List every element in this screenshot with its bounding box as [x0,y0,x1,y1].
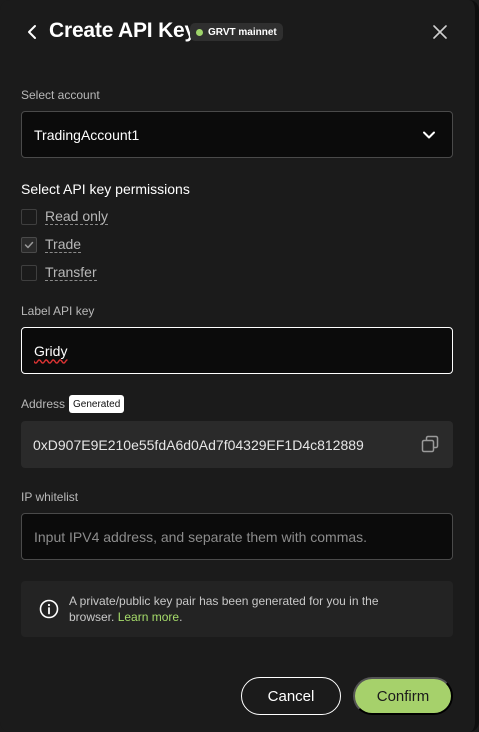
address-value: 0xD907E9E210e55fdA6d0Ad7f04329EF1D4c8128… [33,436,364,453]
network-badge-label: GRVT mainnet [208,26,277,38]
generated-badge: Generated [69,395,125,413]
ip-whitelist-field[interactable] [21,513,453,560]
notice-text: A private/public key pair has been gener… [69,593,409,625]
transfer-checkbox[interactable] [21,265,37,281]
close-icon [433,25,447,39]
permission-trade[interactable]: Trade [21,236,82,254]
account-select[interactable]: TradingAccount1 [21,111,453,158]
transfer-label: Transfer [45,264,97,281]
read-only-label: Read only [45,208,109,225]
network-status-dot [196,28,203,36]
permission-transfer[interactable]: Transfer [21,264,97,282]
read-only-checkbox[interactable] [21,209,37,225]
notice-trailing: . [179,610,183,624]
copy-icon[interactable] [421,435,439,453]
create-api-key-modal: Create API Key GRVT mainnet Select accou… [0,0,479,732]
account-select-value: TradingAccount1 [34,126,140,143]
label-api-key-input[interactable]: Gridy [21,327,453,374]
chevron-left-icon [28,25,36,39]
permission-read-only[interactable]: Read only [21,208,109,226]
ip-whitelist-input[interactable] [34,528,434,545]
info-icon [39,599,59,619]
trade-label: Trade [45,236,82,253]
select-account-label: Select account [21,88,100,102]
learn-more-link[interactable]: Learn more [118,610,179,624]
trade-checkbox[interactable] [21,237,37,253]
permissions-title: Select API key permissions [21,181,190,197]
cancel-button[interactable]: Cancel [241,677,341,715]
confirm-button[interactable]: Confirm [353,677,453,715]
network-badge: GRVT mainnet [190,23,283,41]
ip-whitelist-label: IP whitelist [21,490,79,504]
chevron-down-icon [423,131,435,139]
close-button[interactable] [430,22,450,42]
key-pair-notice: A private/public key pair has been gener… [21,581,453,637]
back-button[interactable] [22,22,42,42]
page-title: Create API Key [49,19,196,42]
checkmark-icon [24,241,34,249]
address-label: Address [21,397,66,411]
address-field: 0xD907E9E210e55fdA6d0Ad7f04329EF1D4c8128… [21,421,453,468]
label-api-key-label: Label API key [21,304,95,318]
notice-message: A private/public key pair has been gener… [69,594,379,624]
label-api-key-value: Gridy [34,342,68,359]
